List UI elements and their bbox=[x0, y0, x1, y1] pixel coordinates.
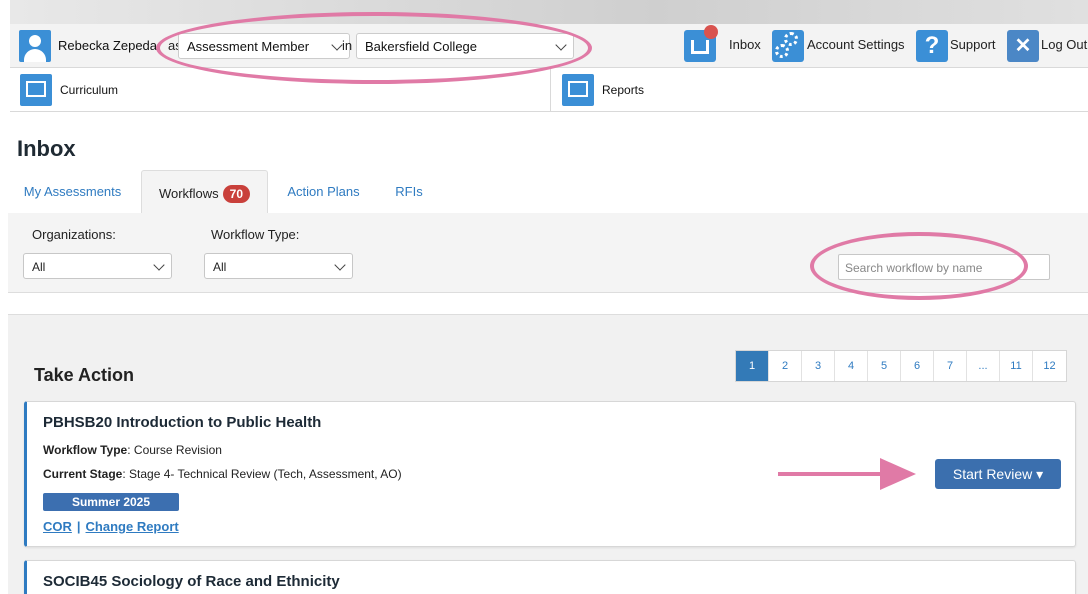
start-review-button[interactable]: Start Review ▾ bbox=[935, 459, 1061, 489]
annotation-ellipse bbox=[156, 12, 592, 84]
tab-bar: My Assessments Workflows 70 Action Plans … bbox=[10, 170, 1088, 213]
tab-label: RFIs bbox=[395, 184, 423, 199]
page-title: Inbox bbox=[17, 136, 76, 161]
link-separator: | bbox=[76, 519, 81, 534]
help-icon[interactable]: ? bbox=[916, 30, 948, 62]
organizations-select[interactable]: All bbox=[23, 253, 172, 279]
logout-link[interactable]: Log Out bbox=[1041, 37, 1087, 52]
workflow-type-line: Workflow Type: Course Revision bbox=[43, 443, 222, 457]
tab-label: My Assessments bbox=[23, 184, 122, 199]
current-stage-value: : Stage 4- Technical Review (Tech, Asses… bbox=[122, 467, 402, 481]
current-stage-key: Current Stage bbox=[43, 467, 123, 481]
page-link-11[interactable]: 11 bbox=[1000, 351, 1033, 381]
curriculum-icon bbox=[20, 74, 52, 106]
page-link-5[interactable]: 5 bbox=[868, 351, 901, 381]
page-link-6[interactable]: 6 bbox=[901, 351, 934, 381]
chevron-down-icon bbox=[153, 259, 165, 271]
workflow-card: SOCIB45 Sociology of Race and Ethnicity bbox=[24, 560, 1076, 594]
tab-rfis[interactable]: RFIs bbox=[382, 170, 436, 213]
notification-dot-icon bbox=[704, 25, 718, 39]
tab-label: Action Plans bbox=[287, 184, 360, 199]
user-avatar-icon[interactable] bbox=[19, 30, 51, 62]
tab-action-plans[interactable]: Action Plans bbox=[276, 170, 371, 213]
term-badge: Summer 2025 bbox=[43, 493, 179, 511]
section-title: Take Action bbox=[34, 365, 135, 385]
count-badge: 70 bbox=[222, 185, 251, 203]
browser-strip bbox=[10, 0, 1088, 24]
page-ellipsis: ... bbox=[967, 351, 1000, 381]
reports-icon bbox=[562, 74, 594, 106]
inbox-link[interactable]: Inbox bbox=[729, 37, 761, 52]
gear-icon[interactable] bbox=[772, 30, 804, 62]
annotation-ellipse bbox=[810, 232, 1028, 300]
take-action-panel: Take Action 1 2 3 4 5 6 7 ... 11 12 PBHS… bbox=[8, 314, 1088, 594]
tab-label: Workflows bbox=[158, 186, 219, 201]
support-link[interactable]: Support bbox=[950, 37, 996, 52]
page-link-1[interactable]: 1 bbox=[736, 351, 769, 381]
workflow-type-select-value: All bbox=[213, 260, 227, 274]
organizations-select-value: All bbox=[32, 260, 46, 274]
workflow-card: PBHSB20 Introduction to Public Health Wo… bbox=[24, 401, 1076, 547]
account-settings-link[interactable]: Account Settings bbox=[807, 37, 905, 52]
tab-workflows[interactable]: Workflows 70 bbox=[141, 170, 268, 213]
workflow-type-label: Workflow Type: bbox=[211, 227, 300, 242]
page-link-12[interactable]: 12 bbox=[1033, 351, 1066, 381]
change-report-link[interactable]: Change Report bbox=[86, 519, 179, 534]
annotation-arrow bbox=[778, 472, 888, 476]
chevron-down-icon bbox=[334, 259, 346, 271]
pagination: 1 2 3 4 5 6 7 ... 11 12 bbox=[735, 350, 1067, 382]
page-link-7[interactable]: 7 bbox=[934, 351, 967, 381]
card-links: COR | Change Report bbox=[43, 519, 179, 534]
close-icon[interactable]: ✕ bbox=[1007, 30, 1039, 62]
cor-link[interactable]: COR bbox=[43, 519, 72, 534]
workflow-type-value: : Course Revision bbox=[127, 443, 222, 457]
page-link-4[interactable]: 4 bbox=[835, 351, 868, 381]
card-title: PBHSB20 Introduction to Public Health bbox=[43, 414, 322, 431]
page-link-3[interactable]: 3 bbox=[802, 351, 835, 381]
nav-reports[interactable]: Reports bbox=[552, 68, 1088, 112]
card-title: SOCIB45 Sociology of Race and Ethnicity bbox=[43, 573, 340, 590]
workflow-type-select[interactable]: All bbox=[204, 253, 353, 279]
nav-curriculum-label: Curriculum bbox=[60, 83, 119, 97]
tab-my-assessments[interactable]: My Assessments bbox=[10, 170, 135, 213]
module-nav: Curriculum Reports bbox=[10, 68, 1088, 112]
app-root: Rebecka Zepeda as Assessment Member in B… bbox=[0, 0, 1088, 594]
current-stage-line: Current Stage: Stage 4- Technical Review… bbox=[43, 467, 402, 481]
user-name: Rebecka Zepeda bbox=[58, 38, 158, 53]
organizations-label: Organizations: bbox=[32, 227, 116, 242]
nav-reports-label: Reports bbox=[602, 83, 645, 97]
workflow-type-key: Workflow Type bbox=[43, 443, 128, 457]
page-link-2[interactable]: 2 bbox=[769, 351, 802, 381]
arrow-right-icon bbox=[880, 458, 916, 490]
